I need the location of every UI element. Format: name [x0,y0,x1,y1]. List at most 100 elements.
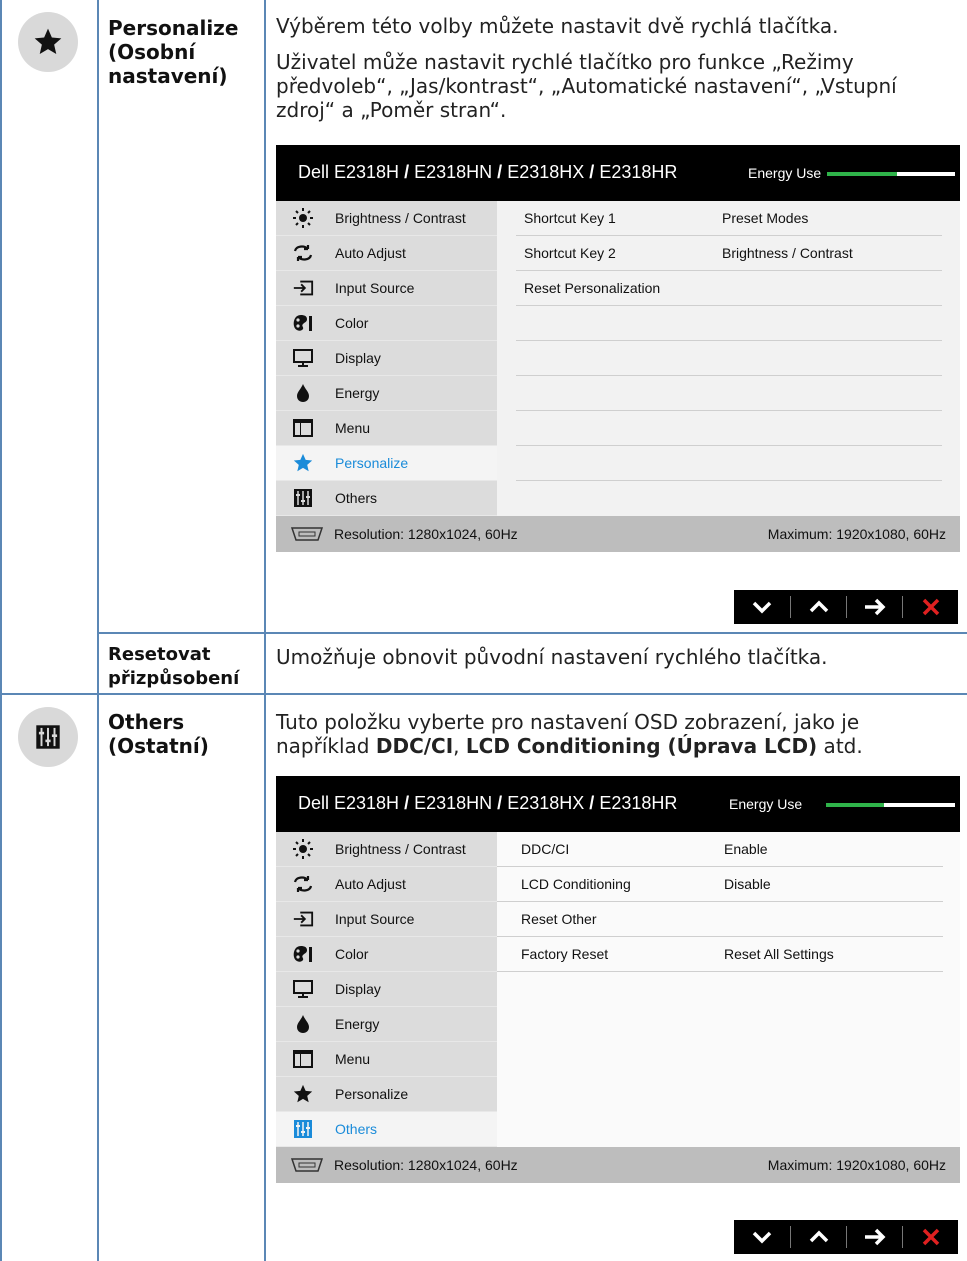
setting-value: Enable [724,841,768,857]
others-section-icon [18,707,78,767]
menu-item-others[interactable]: Others [276,1112,497,1146]
setting-name: Shortcut Key 1 [524,210,616,226]
osd-navigation-bar [734,590,958,624]
submenu-row[interactable]: Reset Other [497,902,943,937]
section-name-line: Resetovat [108,644,211,665]
menu-item-menu[interactable]: Menu [276,1042,497,1076]
desc-line: zdroj“ a „Poměr stran“. [276,98,507,122]
input-source-icon [292,278,314,298]
submenu-row[interactable]: LCD Conditioning Disable [497,867,943,902]
menu-item-label: Energy [335,1016,380,1032]
setting-value: Disable [724,876,771,892]
osd-screenshot-personalize: Dell E2318H / E2318HN / E2318HX / E2318H… [276,145,960,552]
submenu-row[interactable]: DDC/CI Enable [497,832,943,867]
desc-line: Umožňuje obnovit původní nastavení rychl… [276,645,828,669]
menu-item-label: Menu [335,420,371,436]
menu-item-label: Personalize [335,1086,409,1102]
model-name: E2318HX [507,793,585,813]
model-separator: / [404,162,410,182]
desc-line: Uživatel může nastavit rychlé tlačítko p… [276,50,854,74]
model-name: E2318HR [599,793,678,813]
menu-item-auto-adjust[interactable]: Auto Adjust [276,236,497,270]
menu-icon [292,418,314,438]
model-name: Dell E2318H [298,162,400,182]
desc-text: , [453,734,466,758]
desc-emphasis: LCD Conditioning (Úprava LCD) [465,734,818,758]
energy-icon [292,1014,314,1034]
submenu-row [516,341,942,376]
setting-name: LCD Conditioning [521,876,631,892]
submenu-row[interactable]: Shortcut Key 1 Preset Modes [516,201,942,236]
enter-button[interactable] [847,1220,902,1254]
section-desc-personalize: Výběrem této volby můžete nastavit dvě r… [276,14,897,122]
menu-item-color[interactable]: Color [276,306,497,340]
menu-item-energy[interactable]: Energy [276,1007,497,1041]
up-button[interactable] [791,1220,846,1254]
osd-status-bar: Resolution: 1280x1024, 60Hz Maximum: 192… [276,1147,960,1183]
menu-item-display[interactable]: Display [276,972,497,1006]
setting-name: Reset Personalization [524,280,661,296]
model-separator: / [589,793,595,813]
desc-line: například DDC/CI, LCD Conditioning (Úpra… [276,734,863,758]
menu-item-input-source[interactable]: Input Source [276,271,497,305]
desc-line: Výběrem této volby můžete nastavit dvě r… [276,14,839,38]
submenu-row [516,376,942,411]
model-separator: / [497,162,503,182]
osd-main-menu: Brightness / Contrast Auto Adjust Input … [276,201,497,516]
input-source-icon [292,909,314,929]
down-arrow-icon [752,1231,771,1244]
table-border-left [0,0,2,1261]
menu-item-label: Personalize [335,455,409,471]
others-icon [292,488,314,508]
menu-item-brightness-contrast[interactable]: Brightness / Contrast [276,832,497,866]
submenu-row[interactable]: Shortcut Key 2 Brightness / Contrast [516,236,942,271]
submenu-row[interactable]: Factory Reset Reset All Settings [497,937,943,972]
maximum-resolution: Maximum: 1920x1080, 60Hz [767,526,946,542]
close-icon [922,598,939,616]
exit-button[interactable] [903,590,958,624]
menu-item-brightness-contrast[interactable]: Brightness / Contrast [276,201,497,235]
menu-item-personalize[interactable]: Personalize [276,446,497,480]
section-name-line: Personalize [108,16,239,40]
osd-model-title: Dell E2318H / E2318HN / E2318HX / E2318H… [298,793,677,814]
color-icon [292,313,314,333]
desc-text: například [276,734,376,758]
section-name-line: nastavení) [108,64,228,88]
model-separator: / [497,793,503,813]
menu-item-label: Input Source [335,280,415,296]
energy-icon [292,383,314,403]
menu-item-color[interactable]: Color [276,937,497,971]
down-button[interactable] [734,590,789,624]
others-icon [292,1119,314,1139]
section-name-line: (Osobní [108,40,196,64]
setting-value: Reset All Settings [724,946,834,962]
model-separator: / [404,793,410,813]
submenu-row [516,306,942,341]
menu-item-auto-adjust[interactable]: Auto Adjust [276,867,497,901]
current-resolution: Resolution: 1280x1024, 60Hz [334,526,518,542]
enter-button[interactable] [847,590,902,624]
exit-button[interactable] [903,1220,958,1254]
menu-item-others[interactable]: Others [276,481,497,515]
up-button[interactable] [791,590,846,624]
osd-submenu: Shortcut Key 1 Preset Modes Shortcut Key … [497,201,960,516]
osd-header: Dell E2318H / E2318HN / E2318HX / E2318H… [276,145,960,201]
brightness-icon [292,839,314,859]
current-resolution: Resolution: 1280x1024, 60Hz [334,1157,518,1173]
menu-item-menu[interactable]: Menu [276,411,497,445]
energy-use-label: Energy Use [748,165,822,181]
menu-item-display[interactable]: Display [276,341,497,375]
down-arrow-icon [752,601,771,614]
setting-value: Preset Modes [722,210,809,226]
section-name-line: (Ostatní) [108,734,209,758]
down-button[interactable] [734,1220,789,1254]
personalize-icon [292,453,314,473]
menu-item-personalize[interactable]: Personalize [276,1077,497,1111]
section-name-line: Others [108,710,185,734]
desc-line: Tuto položku vyberte pro nastavení OSD z… [276,710,860,734]
submenu-row[interactable]: Reset Personalization [516,271,942,306]
menu-item-energy[interactable]: Energy [276,376,497,410]
menu-item-input-source[interactable]: Input Source [276,902,497,936]
section-name-reset-personalization: Resetovat přizpůsobení [108,643,239,691]
menu-item-label: Others [335,1121,378,1137]
